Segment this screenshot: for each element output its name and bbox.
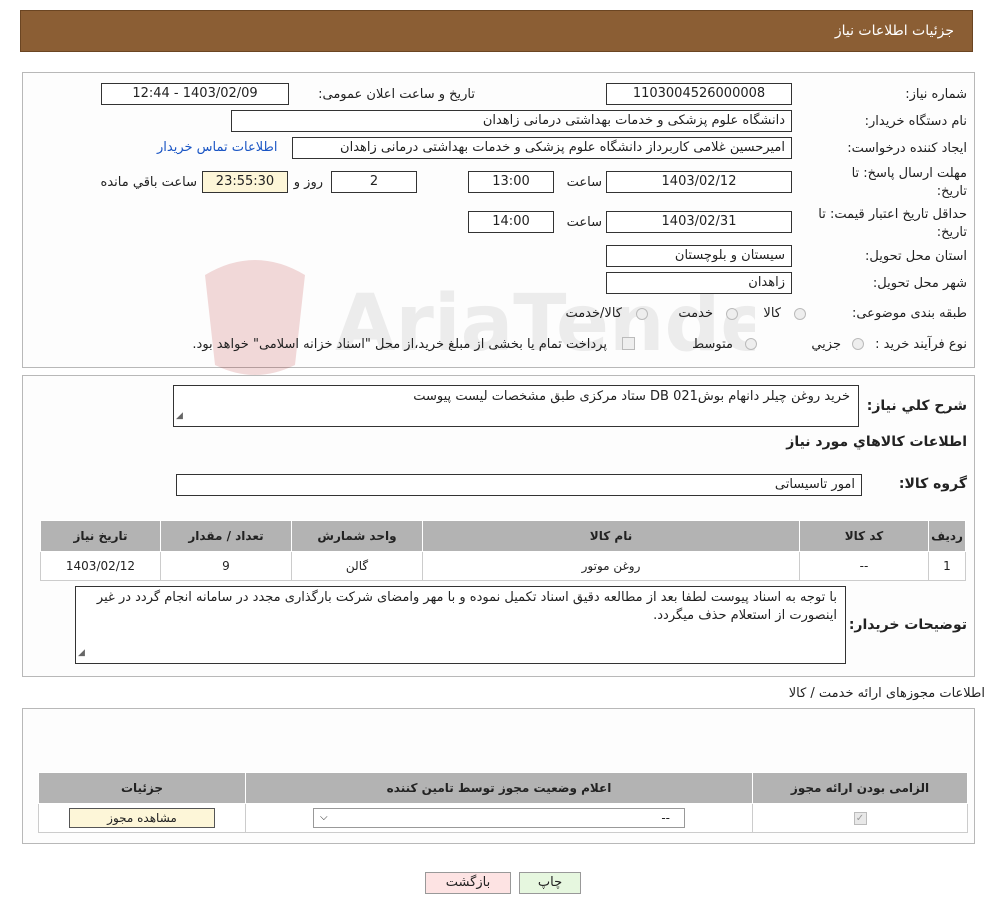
- process-option-minor: جزیي: [811, 337, 841, 352]
- buyer-org-field: دانشگاه علوم پزشکی و خدمات بهداشتی درمان…: [231, 110, 792, 132]
- validity-label-date: تاریخ:: [936, 225, 967, 240]
- col-name: نام کالا: [422, 520, 800, 552]
- validity-time-field: 14:00: [468, 211, 554, 233]
- col-code: کد کالا: [799, 520, 929, 552]
- page-header: جزئیات اطلاعات نیاز: [20, 10, 973, 52]
- creator-label: ایجاد کننده درخواست:: [847, 141, 967, 156]
- category-radio-service[interactable]: [726, 308, 738, 320]
- view-license-button[interactable]: مشاهده مجوز: [69, 808, 215, 828]
- buyer-org-label: نام دستگاه خریدار:: [864, 114, 967, 129]
- deadline-label-date: تاریخ:: [936, 184, 967, 199]
- process-note: پرداخت تمام یا بخشی از مبلغ خرید،از محل …: [192, 337, 607, 352]
- license-status-value: --: [661, 811, 670, 825]
- license-required-checkbox: ✓: [853, 812, 867, 825]
- validity-time-label: ساعت: [566, 215, 602, 230]
- deadline-label: مهلت ارسال پاسخ: تا: [851, 166, 967, 181]
- process-radio-medium[interactable]: [745, 338, 757, 350]
- announce-label: تاریخ و ساعت اعلان عمومی:: [318, 87, 475, 102]
- buyer-notes-textarea: با توجه به اسناد پیوست لطفا بعد از مطالع…: [75, 586, 846, 664]
- process-label: نوع فرآیند خرید :: [875, 337, 967, 352]
- goods-group-label: گروه کالا:: [898, 476, 967, 492]
- remaining-time-field: 23:55:30: [202, 171, 288, 193]
- description-label: شرح کلي نیاز:: [866, 398, 967, 414]
- province-field: سیستان و بلوچستان: [606, 245, 792, 267]
- city-field: زاهدان: [606, 272, 792, 294]
- days-label: روز و: [293, 175, 323, 190]
- cell-need-date: 1403/02/12: [40, 551, 161, 581]
- chevron-down-icon: ⌵: [320, 812, 328, 823]
- goods-group-field: امور تاسیساتی: [176, 474, 862, 496]
- treasury-checkbox[interactable]: [622, 337, 635, 350]
- licenses-title: اطلاعات مجوزهای ارائه خدمت / کالا: [788, 686, 985, 701]
- need-number-label: شماره نیاز:: [905, 87, 967, 102]
- table-row: ✓ -- ⌵ مشاهده مجوز: [38, 803, 968, 833]
- buyer-notes-text: با توجه به اسناد پیوست لطفا بعد از مطالع…: [96, 590, 837, 623]
- col-license-details: جزئیات: [38, 772, 246, 804]
- validity-date-field: 1403/02/31: [606, 211, 792, 233]
- deadline-time-label: ساعت: [566, 175, 602, 190]
- category-option-goods-service: کالا/خدمت: [565, 306, 622, 321]
- announce-field: 1403/02/09 - 12:44: [101, 83, 289, 105]
- table-row: 1 -- روغن موتور گالن 9 1403/02/12: [40, 551, 966, 581]
- description-textarea: خرید روغن چیلر دانهام بوش021 DB ستاد مرک…: [173, 385, 859, 427]
- resize-grip-icon[interactable]: ◢: [78, 644, 85, 662]
- cell-code: --: [799, 551, 929, 581]
- creator-field: امیرحسین غلامی کاربرداز دانشگاه علوم پزش…: [292, 137, 792, 159]
- category-radio-goods[interactable]: [794, 308, 806, 320]
- cell-license-required: ✓: [752, 803, 968, 833]
- buyer-contact-link[interactable]: اطلاعات تماس خریدار: [157, 140, 277, 155]
- days-field: 2: [331, 171, 417, 193]
- col-quantity: تعداد / مقدار: [160, 520, 292, 552]
- col-row: ردیف: [928, 520, 966, 552]
- description-text: خرید روغن چیلر دانهام بوش021 DB ستاد مرک…: [413, 389, 850, 404]
- page-title: جزئیات اطلاعات نیاز: [834, 23, 954, 39]
- cell-license-details: مشاهده مجوز: [38, 803, 246, 833]
- category-label: طبقه بندی موضوعی:: [851, 306, 967, 321]
- print-button[interactable]: چاپ: [519, 872, 581, 894]
- buyer-notes-label: توضیحات خریدار:: [848, 617, 967, 633]
- remaining-label: ساعت باقي مانده: [100, 175, 197, 190]
- goods-table-header: ردیف کد کالا نام کالا واحد شمارش تعداد /…: [40, 520, 966, 552]
- city-label: شهر محل تحویل:: [872, 276, 967, 291]
- category-radio-goods-service[interactable]: [636, 308, 648, 320]
- cell-license-status: -- ⌵: [245, 803, 753, 833]
- col-need-date: تاریخ نیاز: [40, 520, 161, 552]
- province-label: استان محل تحویل:: [865, 249, 967, 264]
- licenses-table-header: الزامی بودن ارائه مجوز اعلام وضعیت مجوز …: [38, 772, 968, 804]
- goods-section-title: اطلاعات کالاهاي مورد نیاز: [786, 434, 967, 450]
- cell-row: 1: [928, 551, 966, 581]
- category-option-goods: کالا: [763, 306, 781, 321]
- deadline-date-field: 1403/02/12: [606, 171, 792, 193]
- goods-table: ردیف کد کالا نام کالا واحد شمارش تعداد /…: [40, 520, 966, 581]
- category-option-service: خدمت: [678, 306, 713, 321]
- col-unit: واحد شمارش: [291, 520, 423, 552]
- validity-label: حداقل تاریخ اعتبار قیمت: تا: [818, 207, 967, 222]
- license-status-select[interactable]: -- ⌵: [313, 808, 685, 828]
- cell-unit: گالن: [291, 551, 423, 581]
- resize-grip-icon[interactable]: ◢: [176, 407, 183, 425]
- licenses-table: الزامی بودن ارائه مجوز اعلام وضعیت مجوز …: [38, 772, 968, 833]
- col-license-status: اعلام وضعیت مجوز توسط تامین کننده: [245, 772, 753, 804]
- cell-quantity: 9: [160, 551, 292, 581]
- process-radio-minor[interactable]: [852, 338, 864, 350]
- deadline-time-field: 13:00: [468, 171, 554, 193]
- need-number-field: 1103004526000008: [606, 83, 792, 105]
- process-option-medium: متوسط: [692, 337, 733, 352]
- back-button[interactable]: بازگشت: [425, 872, 511, 894]
- cell-name: روغن موتور: [422, 551, 800, 581]
- col-license-required: الزامی بودن ارائه مجوز: [752, 772, 968, 804]
